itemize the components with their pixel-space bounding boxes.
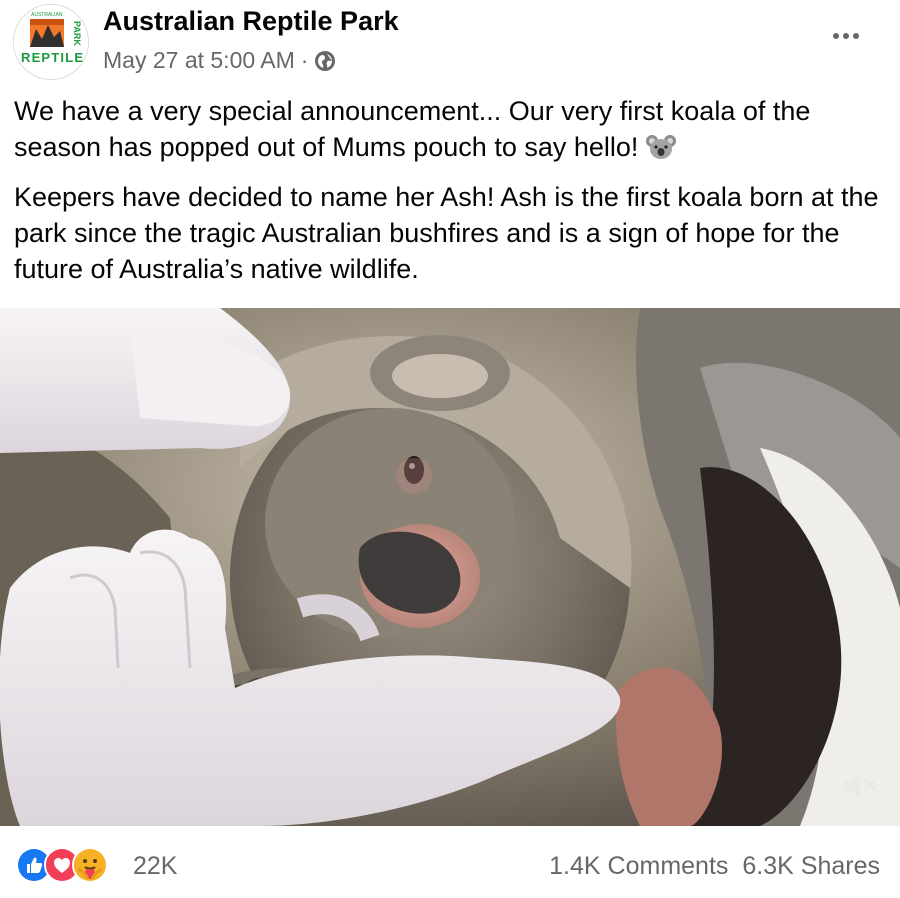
page-avatar[interactable]: AUSTRALIAN PARK REPTILE (13, 4, 89, 80)
post-header: AUSTRALIAN PARK REPTILE Australian Repti… (0, 0, 900, 90)
engagement-stats: 1.4K Comments 6.3K Shares (549, 852, 880, 881)
mute-toggle-button[interactable] (840, 768, 880, 804)
ellipsis-icon-dot (843, 33, 849, 39)
shares-count-link[interactable]: 6.3K Shares (742, 852, 880, 881)
globe-icon (314, 50, 336, 72)
logo-side-text: PARK (72, 21, 82, 46)
reaction-count[interactable]: 22K (133, 852, 177, 881)
logo-bottom-text: REPTILE (21, 50, 83, 65)
post-timestamp[interactable]: May 27 at 5:00 AM (103, 47, 295, 74)
speaker-muted-icon (844, 773, 876, 799)
post-paragraph-1: We have a very special announcement... O… (14, 93, 884, 165)
reptile-park-logo: AUSTRALIAN PARK REPTILE (14, 5, 88, 79)
post-text: We have a very special announcement... O… (14, 93, 884, 301)
ellipsis-icon-dot (853, 33, 859, 39)
koala-video-frame (0, 308, 900, 826)
post-meta: May 27 at 5:00 AM · (103, 47, 336, 74)
post-paragraph-2: Keepers have decided to name her Ash! As… (14, 182, 879, 284)
post-paragraph-1-text: We have a very special announcement... O… (14, 96, 811, 162)
logo-top-text: AUSTRALIAN (31, 12, 63, 18)
post-footer: 22K 1.4K Comments 6.3K Shares (0, 826, 900, 898)
reactions-summary[interactable] (16, 847, 108, 883)
comments-count-link[interactable]: 1.4K Comments (549, 852, 728, 881)
ellipsis-icon-dot (833, 33, 839, 39)
page-name[interactable]: Australian Reptile Park (103, 6, 399, 37)
care-reaction-icon (72, 847, 108, 883)
more-options-button[interactable] (826, 24, 866, 48)
koala-emoji (646, 133, 677, 161)
meta-separator: · (300, 47, 309, 73)
post-video[interactable] (0, 308, 900, 826)
